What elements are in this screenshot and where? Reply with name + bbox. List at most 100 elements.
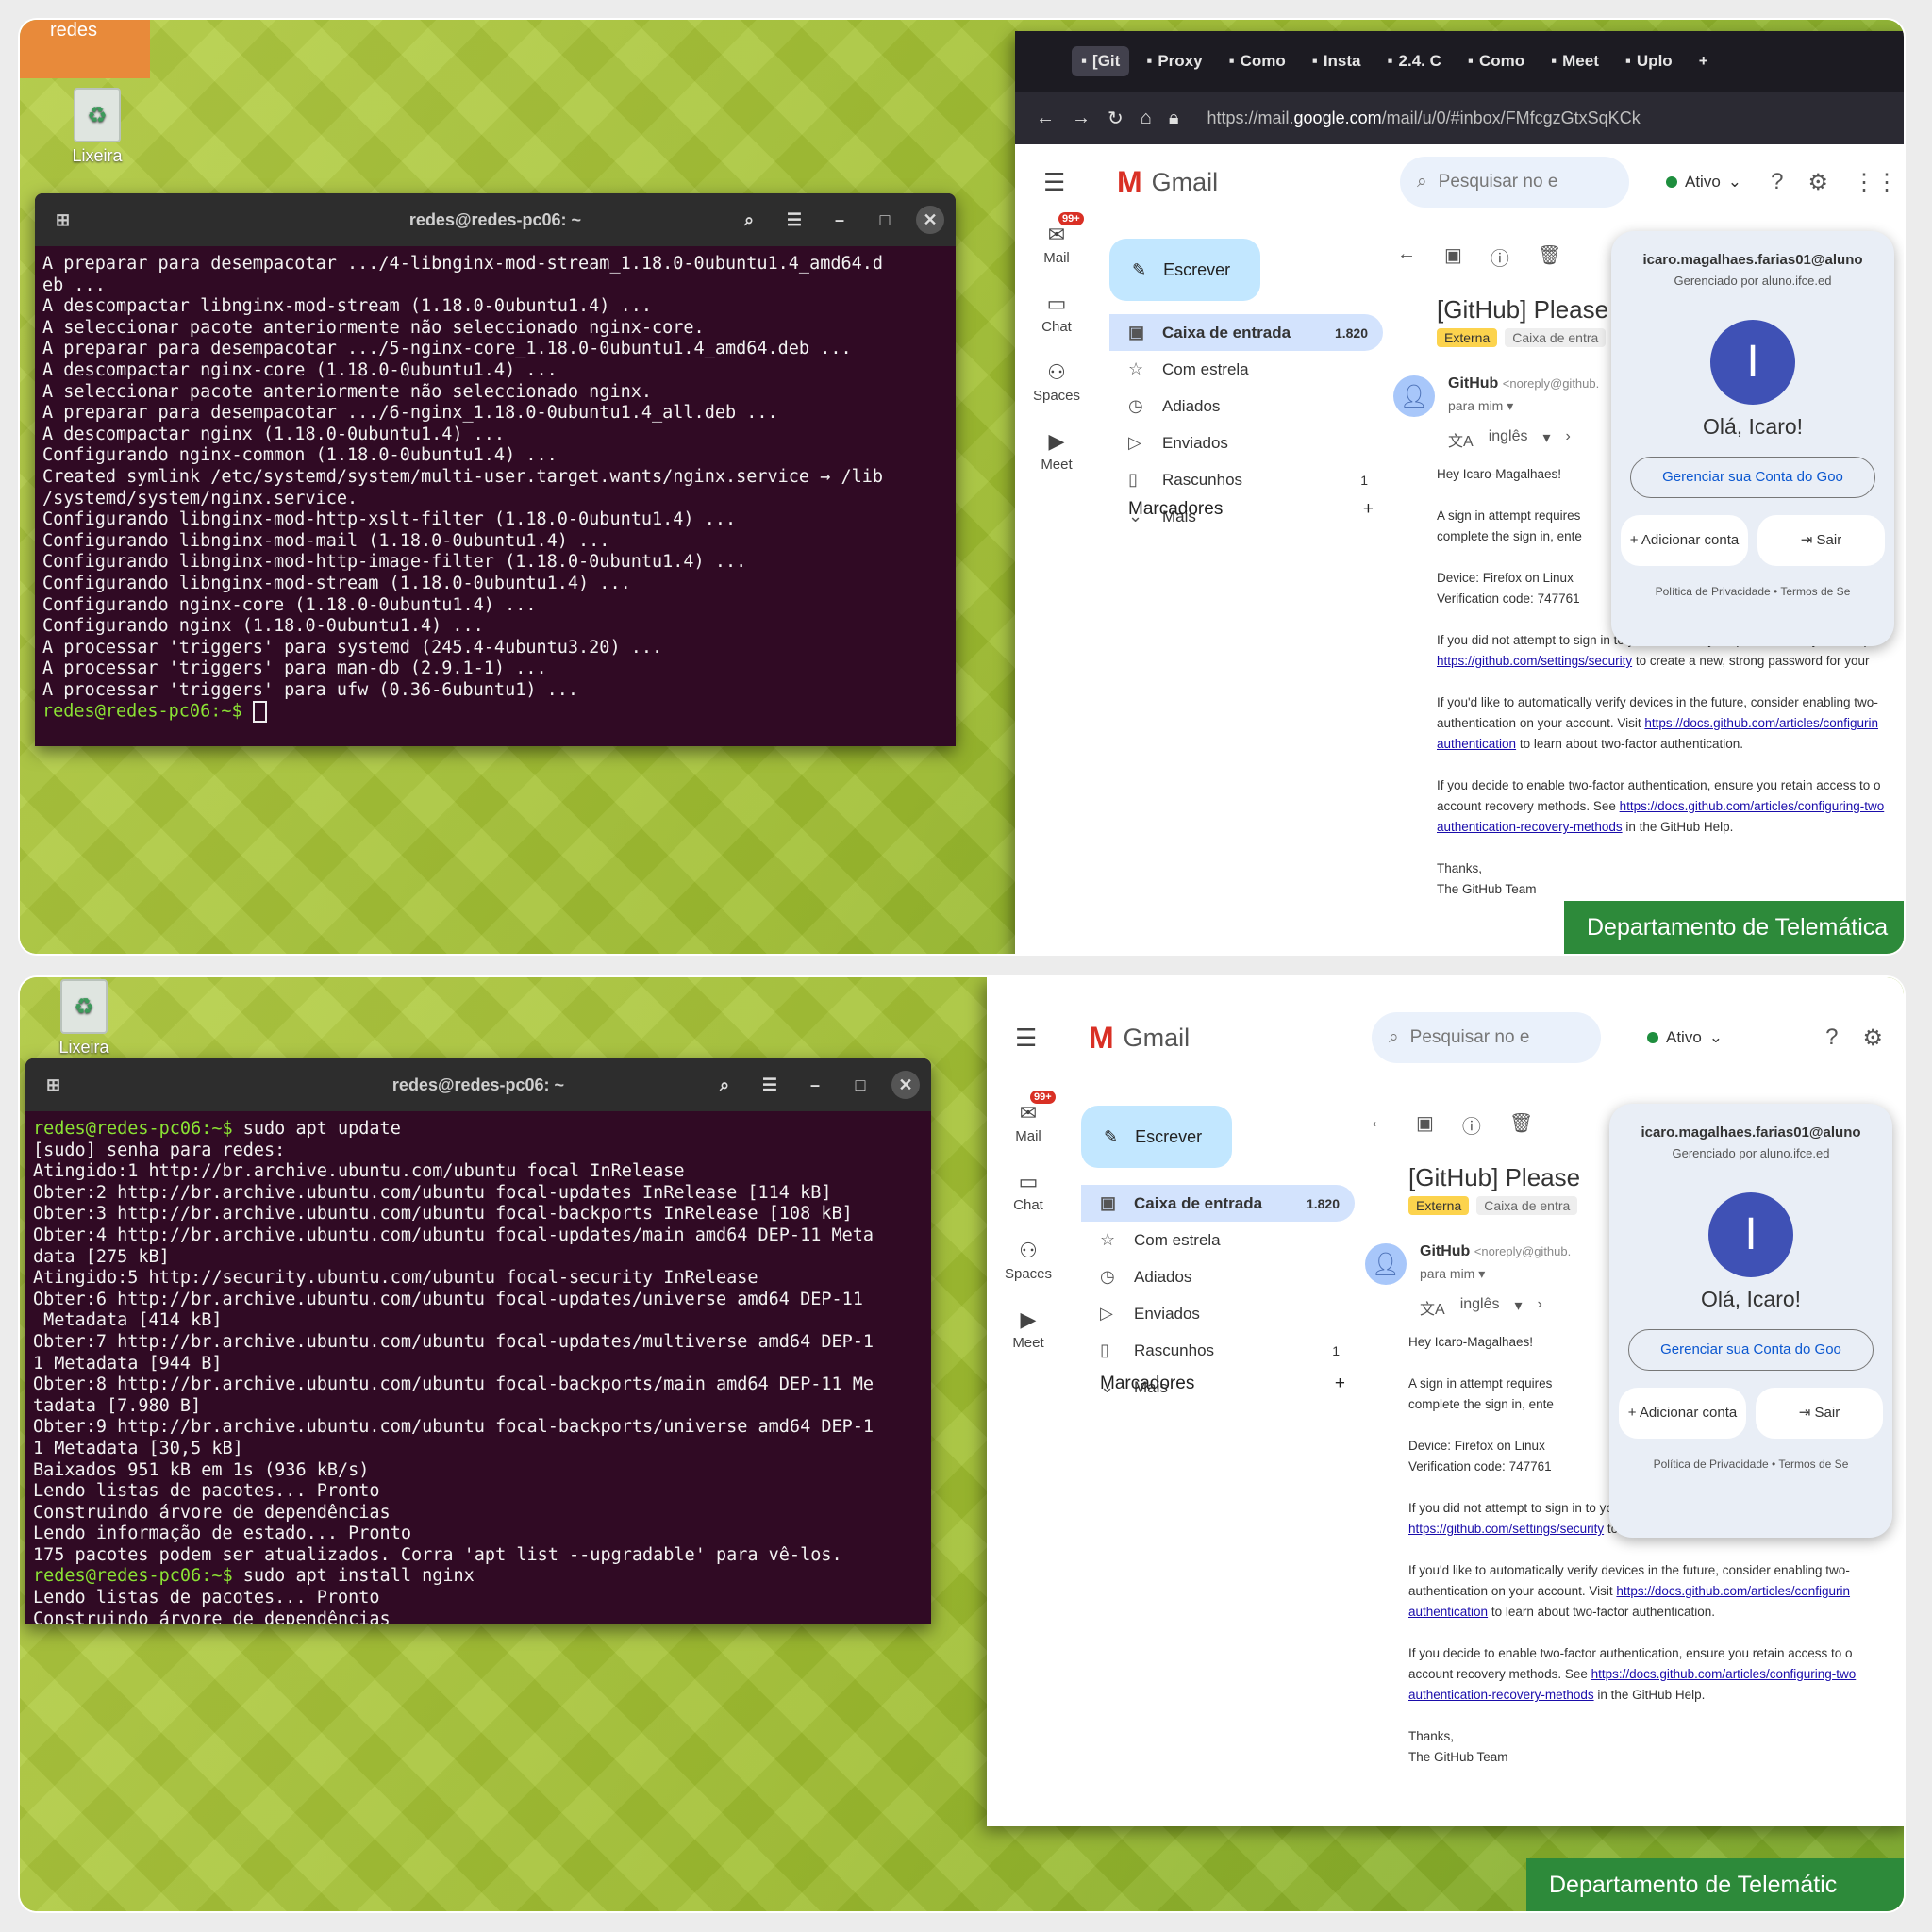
maximize-icon[interactable]: □ <box>871 206 899 234</box>
add-label-icon[interactable]: + <box>1335 1374 1345 1394</box>
terminal-output[interactable]: A preparar para desempacotar .../4-libng… <box>35 246 956 731</box>
rail-item-mail[interactable]: ✉ 99+ Mail <box>1015 212 1098 266</box>
logout-button[interactable]: ⇥ Sair <box>1757 515 1885 566</box>
account-avatar[interactable]: I <box>1710 320 1795 405</box>
email-link[interactable]: https://docs.github.com/articles/configu… <box>1616 1584 1850 1598</box>
archive-icon[interactable]: ▣ <box>1416 1111 1434 1139</box>
email-link[interactable]: https://github.com/settings/security <box>1437 654 1632 668</box>
email-link[interactable]: https://docs.github.com/articles/configu… <box>1620 799 1885 813</box>
trash-desktop-icon[interactable]: ♻ Lixeira <box>46 979 122 1058</box>
email-link[interactable]: authentication-recovery-methods <box>1408 1688 1594 1702</box>
inbox-chip[interactable]: Caixa de entra <box>1505 328 1607 347</box>
gmail-logo[interactable]: M Gmail <box>1117 165 1218 200</box>
rail-item-spaces[interactable]: ⚇ Spaces <box>987 1236 1070 1282</box>
browser-tab[interactable]: ▪ [Git <box>1072 46 1130 76</box>
browser-tab[interactable]: ▪ Insta <box>1303 46 1371 76</box>
email-link[interactable]: authentication <box>1437 737 1516 751</box>
close-icon[interactable]: ✕ <box>916 206 944 234</box>
home-icon[interactable]: ⌂ <box>1141 108 1152 129</box>
to-field[interactable]: para mim ▾ <box>1448 398 1599 414</box>
manage-account-button[interactable]: Gerenciar sua Conta do Goo <box>1628 1329 1874 1371</box>
email-link[interactable]: authentication-recovery-methods <box>1437 820 1623 834</box>
url-text[interactable]: https://mail.google.com/mail/u/0/#inbox/… <box>1208 108 1641 128</box>
search-input[interactable]: ⌕ Pesquisar no e <box>1372 1012 1601 1063</box>
back-icon[interactable]: ← <box>1397 243 1416 271</box>
add-label-icon[interactable]: + <box>1363 499 1374 520</box>
rail-item-chat[interactable]: ▭ Chat <box>1015 289 1098 335</box>
terminal-output[interactable]: redes@redes-pc06:~$ sudo apt update [sudo… <box>25 1111 931 1624</box>
delete-icon[interactable]: 🗑︎ <box>1538 243 1561 271</box>
search-icon[interactable]: ⌕ <box>735 206 763 234</box>
minimize-icon[interactable]: – <box>801 1071 829 1099</box>
help-icon[interactable]: ? <box>1825 1024 1838 1052</box>
terminal-window[interactable]: ⊞ redes@redes-pc06: ~ ⌕ ☰ – □ ✕ A prepar… <box>35 193 956 746</box>
nav-item[interactable]: ☆ Com estrela <box>1081 1222 1355 1258</box>
nav-item[interactable]: ▣ Caixa de entrada 1.820 <box>1081 1185 1355 1222</box>
browser-tab[interactable]: ▪ 2.4. C <box>1378 46 1451 76</box>
rail-item-chat[interactable]: ▭ Chat <box>987 1167 1070 1213</box>
back-icon[interactable]: ← <box>1036 108 1055 129</box>
menu-icon[interactable]: ☰ <box>780 206 808 234</box>
account-footer[interactable]: Política de Privacidade • Termos de Se <box>1611 585 1894 598</box>
email-link[interactable]: https://docs.github.com/articles/configu… <box>1644 716 1878 730</box>
delete-icon[interactable]: 🗑︎ <box>1509 1111 1533 1139</box>
nav-item[interactable]: ▣ Caixa de entrada 1.820 <box>1109 314 1383 351</box>
browser-tab[interactable]: ▪ Como <box>1458 46 1534 76</box>
to-field[interactable]: para mim ▾ <box>1420 1266 1571 1282</box>
browser-tab[interactable]: ▪ Proxy <box>1137 46 1211 76</box>
add-account-button[interactable]: + Adicionar conta <box>1621 515 1748 566</box>
nav-item[interactable]: ▷ Enviados <box>1081 1295 1355 1332</box>
close-icon[interactable]: ✕ <box>891 1071 920 1099</box>
terminal-titlebar[interactable]: ⊞ redes@redes-pc06: ~ ⌕ ☰ – □ ✕ <box>35 193 956 246</box>
account-footer[interactable]: Política de Privacidade • Termos de Se <box>1609 1457 1892 1471</box>
nav-item[interactable]: ▷ Enviados <box>1109 425 1383 461</box>
archive-icon[interactable]: ▣ <box>1444 243 1462 271</box>
compose-button[interactable]: ✎ Escrever <box>1109 239 1260 301</box>
gmail-logo[interactable]: M Gmail <box>1089 1021 1190 1056</box>
rail-item-meet[interactable]: ▶ Meet <box>987 1305 1070 1351</box>
new-tab-icon[interactable]: + <box>1690 46 1718 76</box>
rail-item-meet[interactable]: ▶ Meet <box>1015 426 1098 473</box>
search-input[interactable]: ⌕ Pesquisar no e <box>1400 157 1629 208</box>
email-link[interactable]: https://github.com/settings/security <box>1408 1522 1604 1536</box>
menu-icon[interactable]: ☰ <box>756 1071 784 1099</box>
back-icon[interactable]: ← <box>1369 1111 1388 1139</box>
account-avatar[interactable]: I <box>1708 1192 1793 1277</box>
email-link[interactable]: https://docs.github.com/articles/configu… <box>1591 1667 1857 1681</box>
browser-tab[interactable]: ▪ Meet <box>1541 46 1608 76</box>
add-account-button[interactable]: + Adicionar conta <box>1619 1388 1746 1439</box>
browser-window[interactable]: ☰ M Gmail ⌕ Pesquisar no e Ativo ⌄ ? ⚙ ✉ 99+… <box>987 977 1904 1826</box>
browser-tab[interactable]: ▪ Uplo <box>1616 46 1682 76</box>
inbox-chip[interactable]: Caixa de entra <box>1476 1196 1578 1215</box>
browser-tab[interactable]: ▪ Como <box>1220 46 1295 76</box>
nav-item[interactable]: ▯ Rascunhos 1 <box>1109 461 1383 498</box>
status-dropdown[interactable]: Ativo ⌄ <box>1666 173 1741 192</box>
forward-icon[interactable]: → <box>1072 108 1091 129</box>
gear-icon[interactable]: ⚙ <box>1807 169 1828 196</box>
nav-item[interactable]: ☆ Com estrela <box>1109 351 1383 388</box>
apps-icon[interactable]: ⋮⋮ <box>1853 169 1898 196</box>
nav-item[interactable]: ◷ Adiados <box>1109 388 1383 425</box>
hamburger-icon[interactable]: ☰ <box>1043 168 1065 197</box>
manage-account-button[interactable]: Gerenciar sua Conta do Goo <box>1630 457 1875 498</box>
hamburger-icon[interactable]: ☰ <box>1015 1024 1037 1053</box>
nav-item[interactable]: ▯ Rascunhos 1 <box>1081 1332 1355 1369</box>
rail-item-spaces[interactable]: ⚇ Spaces <box>1015 358 1098 404</box>
trash-desktop-icon[interactable]: ♻ Lixeira <box>59 88 135 166</box>
compose-button[interactable]: ✎ Escrever <box>1081 1106 1232 1168</box>
reload-icon[interactable]: ↻ <box>1108 107 1124 130</box>
report-icon[interactable]: ⓘ <box>1462 1111 1481 1139</box>
maximize-icon[interactable]: □ <box>846 1071 874 1099</box>
url-bar[interactable]: ← → ↻ ⌂ 🔒︎ https://mail.google.com/mail/… <box>1015 92 1904 144</box>
search-icon[interactable]: ⌕ <box>710 1071 739 1099</box>
terminal-titlebar[interactable]: ⊞ redes@redes-pc06: ~ ⌕ ☰ – □ ✕ <box>25 1058 931 1111</box>
browser-window[interactable]: ▪ [Git ▪ Proxy ▪ Como ▪ Insta ▪ 2.4. C ▪ Como ▪ Meet ▪… <box>1015 31 1904 954</box>
help-icon[interactable]: ? <box>1771 169 1783 196</box>
email-link[interactable]: authentication <box>1408 1605 1488 1619</box>
status-dropdown[interactable]: Ativo ⌄ <box>1647 1028 1723 1047</box>
rail-item-mail[interactable]: ✉ 99+ Mail <box>987 1091 1070 1144</box>
minimize-icon[interactable]: – <box>825 206 854 234</box>
gear-icon[interactable]: ⚙ <box>1862 1024 1883 1052</box>
terminal-window[interactable]: ⊞ redes@redes-pc06: ~ ⌕ ☰ – □ ✕ redes@re… <box>25 1058 931 1624</box>
report-icon[interactable]: ⓘ <box>1491 243 1509 271</box>
